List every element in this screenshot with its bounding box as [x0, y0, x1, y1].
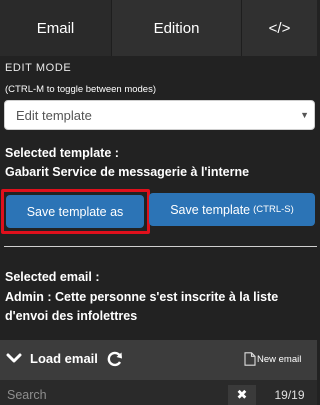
edit-mode-select[interactable]: Edit template ▼	[4, 100, 315, 130]
save-template-as-button[interactable]: Save template as	[6, 195, 144, 228]
load-email-bar: Load email New email	[0, 340, 317, 380]
tab-edition[interactable]: Edition	[112, 0, 242, 56]
chevron-down-icon[interactable]	[6, 350, 22, 366]
mode-tabs: Email Edition </>	[0, 0, 317, 56]
load-email-label[interactable]: Load email	[30, 351, 98, 366]
save-template-button[interactable]: Save template (CTRL-S)	[149, 193, 315, 226]
edit-mode-hint: (CTRL-M to toggle between modes)	[5, 84, 157, 95]
edit-mode-title: EDIT MODE	[5, 62, 72, 74]
save-template-label: Save template	[170, 202, 251, 217]
save-shortcut-label: (CTRL-S)	[253, 204, 294, 215]
selected-template-name: Gabarit Service de messagerie à l'intern…	[5, 165, 250, 179]
caret-down-icon: ▼	[300, 110, 309, 120]
search-row: ✖ 19/19	[0, 380, 317, 405]
section-divider	[4, 246, 317, 247]
selected-template-label: Selected template :	[5, 146, 119, 160]
new-email-link[interactable]: New email	[257, 354, 301, 365]
result-count: 19/19	[274, 388, 305, 402]
tab-email[interactable]: Email	[0, 0, 112, 56]
new-document-icon[interactable]	[244, 352, 256, 366]
tab-code[interactable]: </>	[242, 0, 317, 56]
selected-email-value: Admin : Cette personne s'est inscrite à …	[5, 290, 279, 323]
edit-mode-select-value: Edit template	[16, 107, 92, 123]
search-input[interactable]	[0, 385, 226, 405]
selected-email-label: Selected email :	[5, 270, 100, 284]
refresh-icon[interactable]	[106, 350, 124, 368]
clear-search-button[interactable]: ✖	[228, 385, 256, 405]
